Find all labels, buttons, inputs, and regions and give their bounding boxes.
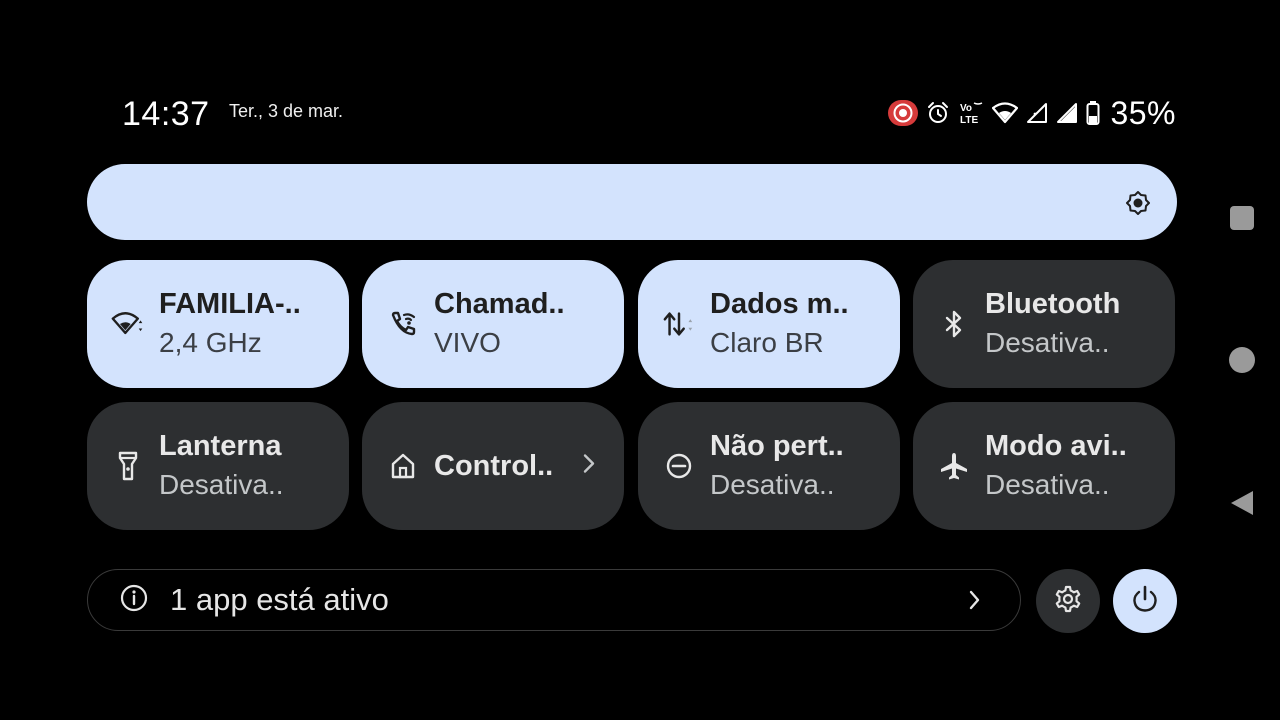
- tile-airplane-mode[interactable]: Modo avi.. Desativa..: [913, 402, 1175, 530]
- power-icon: [1130, 584, 1160, 619]
- home-icon: [386, 449, 420, 483]
- tile-subtitle: 2,4 GHz: [159, 327, 262, 358]
- active-apps-button[interactable]: 1 app está ativo: [87, 569, 1021, 631]
- home-button[interactable]: [1229, 347, 1255, 373]
- back-button[interactable]: [1229, 489, 1255, 522]
- active-apps-label: 1 app está ativo: [170, 582, 389, 617]
- power-button[interactable]: [1113, 569, 1177, 633]
- tile-wifi[interactable]: FAMILIA-.. 2,4 GHz: [87, 260, 349, 388]
- info-icon: [120, 584, 148, 617]
- tile-title: Bluetooth: [985, 288, 1121, 320]
- date: Ter., 3 de mar.: [229, 101, 344, 121]
- tile-subtitle: Desativa..: [159, 469, 284, 500]
- tile-title: FAMILIA-..: [159, 288, 301, 320]
- tile-flashlight[interactable]: Lanterna Desativa..: [87, 402, 349, 530]
- tile-home-controls[interactable]: Control..: [362, 402, 624, 530]
- signal-icon: [1056, 102, 1078, 124]
- do-not-disturb-icon: [662, 449, 696, 483]
- settings-button[interactable]: [1036, 569, 1100, 633]
- tile-subtitle: Claro BR: [710, 327, 824, 358]
- brightness-icon: [1125, 190, 1151, 221]
- tile-title: Dados m..: [710, 288, 849, 320]
- bluetooth-icon: [937, 307, 971, 341]
- tile-do-not-disturb[interactable]: Não pert.. Desativa..: [638, 402, 900, 530]
- chevron-right-icon: [968, 588, 982, 617]
- brightness-slider[interactable]: [87, 164, 1177, 240]
- tile-subtitle: Desativa..: [710, 469, 835, 500]
- tile-title: Control..: [434, 450, 554, 482]
- battery-percent: 35%: [1110, 94, 1176, 131]
- gear-icon: [1053, 584, 1083, 619]
- chevron-right-icon: [582, 453, 596, 480]
- tile-mobile-data[interactable]: Dados m.. Claro BR: [638, 260, 900, 388]
- data-arrows-icon: [662, 307, 696, 341]
- wifi-icon: [992, 102, 1019, 124]
- recents-button[interactable]: [1230, 206, 1254, 230]
- status-icons: Vo LTE 35%: [888, 94, 1176, 131]
- tile-title: Não pert..: [710, 430, 844, 462]
- clock: 14:37: [122, 95, 210, 133]
- status-bar: 14:37 Ter., 3 de mar. Vo LTE 35%: [0, 0, 1280, 134]
- alarm-icon: [926, 101, 950, 125]
- volte-label-top: Vo: [960, 103, 972, 114]
- volte-label-bottom: LTE: [960, 115, 978, 126]
- tile-title: Chamad..: [434, 288, 565, 320]
- battery-icon: [1086, 100, 1100, 126]
- signal-icon: [1026, 102, 1048, 124]
- tile-subtitle: VIVO: [434, 327, 501, 358]
- tile-title: Modo avi..: [985, 430, 1127, 462]
- wifi-calling-icon: [386, 307, 420, 341]
- airplane-icon: [937, 449, 971, 483]
- volte-icon: Vo LTE: [958, 100, 984, 126]
- tile-wifi-calling[interactable]: Chamad.. VIVO: [362, 260, 624, 388]
- tile-subtitle: Desativa..: [985, 469, 1110, 500]
- screen-record-icon: [888, 100, 919, 126]
- tile-title: Lanterna: [159, 430, 282, 462]
- flashlight-icon: [111, 449, 145, 483]
- wifi-icon: [111, 307, 145, 341]
- tile-bluetooth[interactable]: Bluetooth Desativa..: [913, 260, 1175, 388]
- tile-subtitle: Desativa..: [985, 327, 1110, 358]
